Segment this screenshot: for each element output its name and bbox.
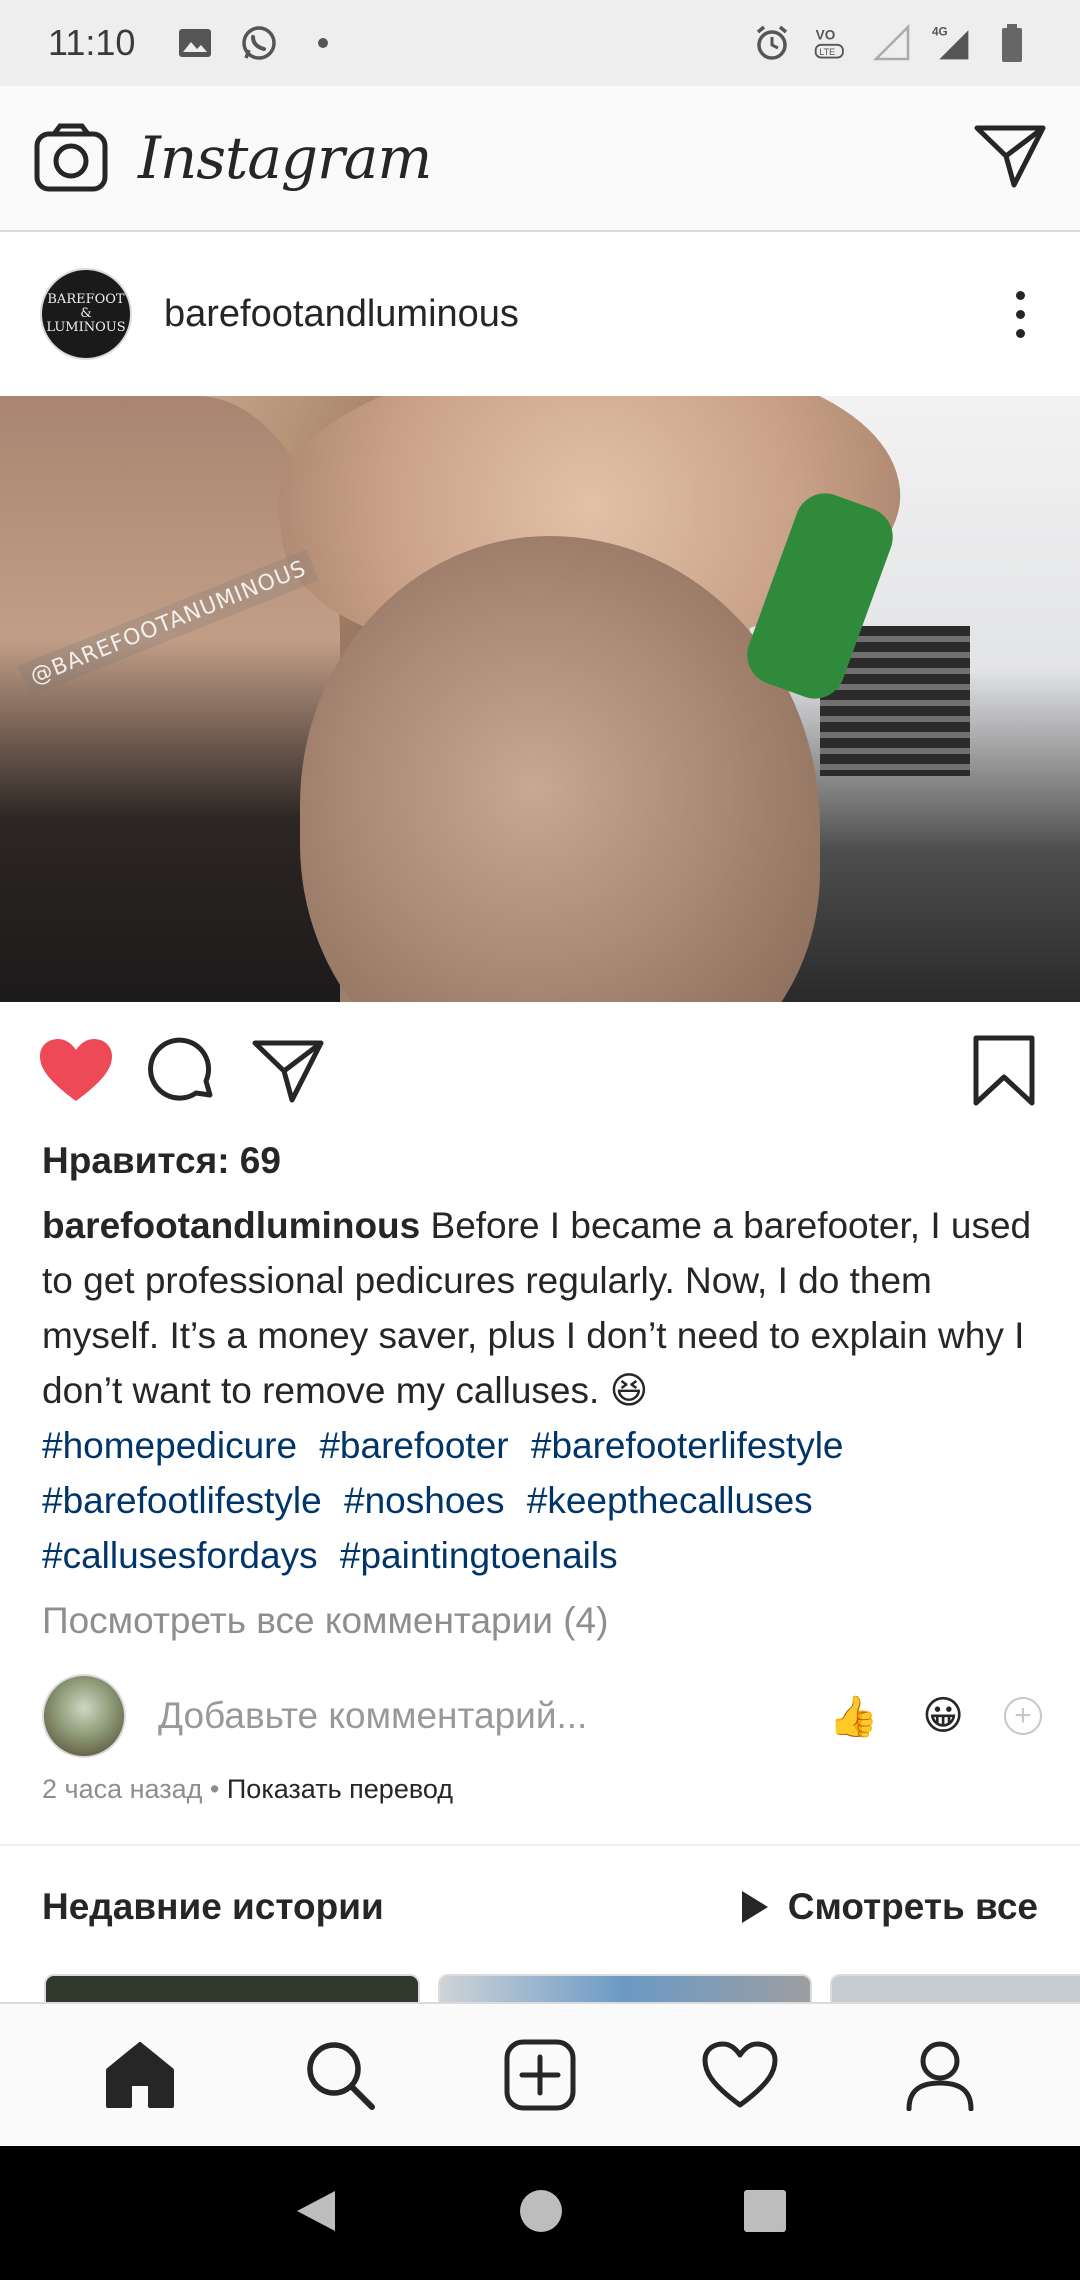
camera-icon[interactable] (34, 123, 108, 193)
like-heart-icon[interactable] (36, 1031, 116, 1111)
hashtag[interactable]: #barefootlifestyle (42, 1480, 322, 1521)
recent-stories-title: Недавние истории (42, 1886, 384, 1927)
post-meta: 2 часа назад • Показать перевод (42, 1774, 453, 1805)
see-all-stories-button[interactable]: Смотреть все (741, 1886, 1038, 1928)
home-icon[interactable] (95, 2030, 185, 2120)
view-all-comments-link[interactable]: Посмотреть все комментарии (4) (42, 1600, 608, 1642)
android-nav-bar (0, 2146, 1080, 2280)
activity-heart-icon[interactable] (695, 2030, 785, 2120)
recents-icon[interactable] (743, 2189, 787, 2238)
recent-stories-header: Недавние истории Смотреть все (42, 1886, 1038, 1928)
profile-icon[interactable] (895, 2030, 985, 2120)
direct-messages-icon[interactable] (974, 123, 1046, 194)
avatar-text-line: BAREFOOT & (47, 292, 125, 321)
meta-separator: • (209, 1774, 220, 1804)
post-caption: barefootandluminous Before I became a ba… (42, 1198, 1042, 1418)
add-comment-row: Добавьте комментарий... 👍 😀 + (42, 1672, 1042, 1760)
volte-icon: VO LTE (812, 23, 852, 63)
back-icon[interactable] (293, 2187, 339, 2240)
svg-text:LTE: LTE (819, 47, 835, 57)
see-all-label: Смотреть все (787, 1886, 1038, 1927)
battery-icon (992, 23, 1032, 63)
post-username[interactable]: barefootandluminous (164, 293, 519, 336)
home-circle-icon[interactable] (519, 2189, 563, 2238)
svg-text:4G: 4G (932, 25, 948, 39)
hashtag[interactable]: #keepthecalluses (527, 1480, 813, 1521)
post-actions (0, 1002, 1080, 1140)
signal-icon (872, 23, 912, 63)
post-avatar[interactable]: BAREFOOT & LUMINOUS (40, 268, 132, 360)
add-emoji-icon[interactable]: + (1004, 1697, 1042, 1735)
thumbs-up-emoji-button[interactable]: 👍 (828, 1693, 878, 1740)
grinning-emoji-button[interactable]: 😀 (922, 1693, 964, 1739)
hashtag[interactable]: #barefooter (319, 1425, 508, 1466)
dot-icon (303, 23, 343, 63)
play-icon (741, 1891, 768, 1923)
show-translation-link[interactable]: Показать перевод (227, 1774, 453, 1804)
avatar-text-line: LUMINOUS (46, 320, 126, 335)
image-icon (175, 23, 215, 63)
status-bar: 11:10 VO LTE 4G (0, 0, 1080, 86)
instagram-logo: Instagram (138, 124, 432, 192)
post-image[interactable]: @BAREFOOTANUMINOUS (0, 396, 1080, 1002)
caption-username[interactable]: barefootandluminous (42, 1205, 420, 1246)
search-icon[interactable] (295, 2030, 385, 2120)
bottom-nav (0, 2002, 1080, 2146)
user-avatar (42, 1674, 126, 1758)
alarm-icon (752, 23, 792, 63)
section-divider (0, 1844, 1080, 1846)
4g-signal-icon: 4G (932, 23, 972, 63)
story-thumbnail[interactable] (438, 1974, 812, 2004)
svg-text:VO: VO (816, 27, 836, 42)
status-time: 11:10 (48, 22, 136, 63)
hashtag[interactable]: #barefooterlifestyle (531, 1425, 844, 1466)
post-header: BAREFOOT & LUMINOUS barefootandluminous (0, 232, 1080, 396)
share-icon[interactable] (248, 1031, 328, 1111)
hashtag[interactable]: #paintingtoenails (340, 1535, 618, 1576)
whatsapp-icon (239, 23, 279, 63)
hashtag[interactable]: #callusesfordays (42, 1535, 318, 1576)
hashtags: #homepedicure #barefooter #barefooterlif… (42, 1418, 1052, 1583)
comment-input[interactable]: Добавьте комментарий... (158, 1695, 587, 1737)
app-top-bar: Instagram (0, 86, 1080, 232)
hashtag[interactable]: #homepedicure (42, 1425, 297, 1466)
bookmark-icon[interactable] (964, 1031, 1044, 1111)
story-thumbnail[interactable] (44, 1974, 420, 2004)
likes-count[interactable]: Нравится: 69 (42, 1140, 281, 1182)
post-time: 2 часа назад (42, 1774, 203, 1804)
hashtag[interactable]: #noshoes (344, 1480, 504, 1521)
more-options-icon[interactable] (1000, 284, 1040, 344)
story-thumbnail[interactable] (830, 1974, 1080, 2004)
new-post-icon[interactable] (495, 2030, 585, 2120)
comment-icon[interactable] (142, 1031, 222, 1111)
